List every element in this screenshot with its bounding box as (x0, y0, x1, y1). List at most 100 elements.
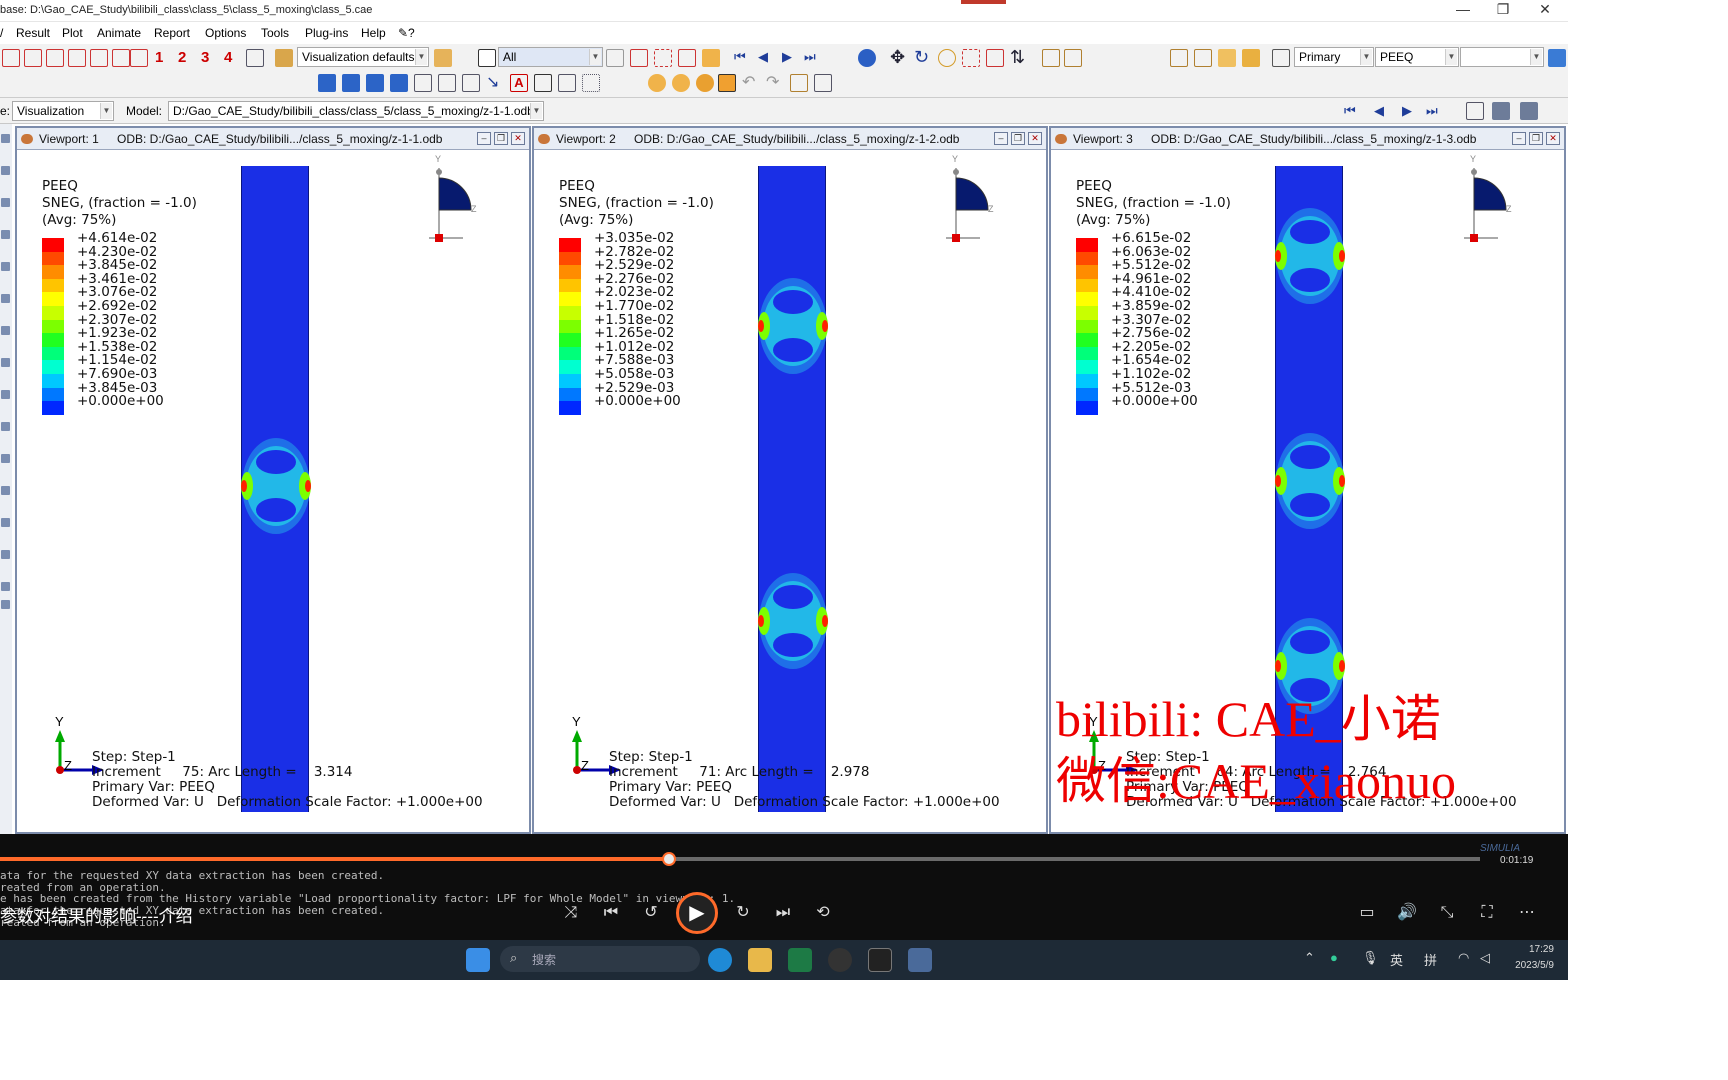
primary-select[interactable]: Primary ▼ (1294, 47, 1374, 67)
last-frame-icon[interactable]: ⏭ (804, 49, 816, 65)
menu-plot[interactable]: Plot (62, 26, 83, 40)
close-button[interactable]: ✕ (1530, 1, 1560, 18)
redo-icon[interactable]: ↷ (766, 72, 779, 92)
maximize-button[interactable]: ❐ (1488, 1, 1518, 18)
camera-icon[interactable] (1520, 102, 1538, 120)
progress-knob[interactable] (662, 852, 676, 866)
tool-icon[interactable] (1, 390, 10, 399)
viewport-restore-button[interactable]: ❐ (494, 132, 508, 145)
tool-icon[interactable] (1, 326, 10, 335)
viewport-close-button[interactable]: ✕ (1546, 132, 1560, 145)
wireframe-icon[interactable] (1170, 49, 1188, 67)
fit-view-icon[interactable] (986, 49, 1004, 67)
triad-toggle-icon[interactable] (246, 49, 264, 67)
cube-select-icon[interactable] (702, 49, 720, 67)
tool-icon[interactable] (1, 518, 10, 527)
layout-icon-2[interactable] (342, 74, 360, 92)
viewport-1[interactable]: Viewport: 1 ODB: D:/Gao_CAE_Study/bilibil… (15, 126, 531, 834)
mic-icon[interactable]: 🎙 (1362, 950, 1379, 966)
prev-frame-icon[interactable]: ◀ (758, 49, 768, 65)
intersect-icon[interactable] (672, 74, 690, 92)
volume-icon[interactable]: 🔊 (1396, 902, 1418, 924)
tool-icon[interactable] (1, 582, 10, 591)
eye-icon[interactable] (21, 134, 33, 144)
frame-select-icon[interactable] (1466, 102, 1484, 120)
menu-result[interactable]: Result (16, 26, 50, 40)
viewport-restore-button[interactable]: ❐ (1011, 132, 1025, 145)
viewport-close-button[interactable]: ✕ (511, 132, 525, 145)
viewport-minimize-button[interactable]: – (994, 132, 1008, 145)
app-icon[interactable] (828, 948, 852, 972)
view-xy-icon[interactable] (68, 49, 86, 67)
first-frame-icon[interactable]: ⏮ (734, 49, 746, 65)
menu-options[interactable]: Options (205, 26, 246, 40)
view-4-button[interactable]: 4 (224, 49, 232, 66)
taskbar-search[interactable]: 搜索 (500, 946, 700, 972)
tool-icon[interactable] (1, 166, 10, 175)
context-help-button[interactable]: ✎? (398, 26, 415, 40)
view-1-button[interactable]: 1 (155, 49, 163, 66)
viewport-restore-button[interactable]: ❐ (1529, 132, 1543, 145)
group-manager-icon[interactable] (790, 74, 808, 92)
explorer-icon[interactable] (748, 948, 772, 972)
tool-icon[interactable] (1, 198, 10, 207)
menu-plugins[interactable]: Plug-ins (305, 26, 348, 40)
hidden-line-icon[interactable] (1194, 49, 1212, 67)
step-next-icon[interactable]: ▶ (1402, 103, 1412, 119)
viewport-minimize-button[interactable]: – (477, 132, 491, 145)
abaqus-icon[interactable] (908, 948, 932, 972)
component-select[interactable]: ▼ (1460, 47, 1544, 67)
render-style-select[interactable]: Visualization defaults ▼ (297, 47, 429, 67)
viewport-annotation-icon[interactable] (414, 74, 432, 92)
select-mode-icon[interactable] (606, 49, 624, 67)
viewport-close-button[interactable]: ✕ (1028, 132, 1042, 145)
rewind-icon[interactable]: ↺ (640, 902, 662, 924)
edge-icon[interactable] (708, 948, 732, 972)
menu-tools[interactable]: Tools (261, 26, 289, 40)
arrow-annotation-icon[interactable]: ↘ (486, 72, 499, 92)
rect-select-icon[interactable] (654, 49, 672, 67)
selection-filter-select[interactable]: All ▼ (498, 47, 603, 67)
tool-icon[interactable] (1, 294, 10, 303)
rotate-x-icon[interactable] (2, 49, 20, 67)
fullscreen-icon[interactable]: ⛶ (1476, 902, 1498, 924)
view-yz-icon[interactable] (90, 49, 108, 67)
undo-icon[interactable]: ↶ (742, 72, 755, 92)
box-zoom-icon[interactable] (962, 49, 980, 67)
section-icon[interactable] (1064, 49, 1082, 67)
specimen-bar[interactable] (241, 166, 311, 812)
replace-icon[interactable] (696, 74, 714, 92)
display-group-icon[interactable] (648, 74, 666, 92)
layout-icon-4[interactable] (390, 74, 408, 92)
previous-icon[interactable]: ⏮ (600, 902, 622, 924)
info-icon[interactable] (858, 49, 876, 67)
rotate-z-icon[interactable] (46, 49, 64, 67)
eye-icon[interactable] (1055, 134, 1067, 144)
viewport-minimize-button[interactable]: – (1512, 132, 1526, 145)
pan-icon[interactable]: ✥ (890, 47, 905, 68)
rotate-icon[interactable]: ↻ (914, 47, 929, 68)
minimize-player-icon[interactable]: ⤡ (1436, 902, 1458, 924)
loop-icon[interactable]: ⟲ (812, 902, 834, 924)
tool-icon[interactable] (1, 422, 10, 431)
palette-icon[interactable] (275, 49, 293, 67)
wifi-icon[interactable]: ◠ (1458, 950, 1469, 966)
step-last-icon[interactable]: ⏭ (1426, 103, 1438, 119)
pointer-icon[interactable] (534, 74, 552, 92)
animation-icon[interactable] (1492, 102, 1510, 120)
list-icon[interactable] (582, 74, 600, 92)
specimen-bar[interactable] (758, 166, 828, 812)
viewport-2[interactable]: Viewport: 2 ODB: D:/Gao_CAE_Study/bilibil… (532, 126, 1048, 834)
filled-icon[interactable] (1218, 49, 1236, 67)
tool-icon[interactable] (1, 358, 10, 367)
more-icon[interactable]: ⋯ (1516, 902, 1538, 924)
model-select[interactable]: D:/Gao_CAE_Study/bilibili_class/class_5/… (168, 101, 544, 121)
shuffle-icon[interactable]: ⤨ (560, 902, 582, 924)
tool-icon[interactable] (1, 230, 10, 239)
start-icon[interactable] (466, 948, 490, 972)
cycle-views-icon[interactable]: ⇅ (1010, 47, 1025, 68)
play-button[interactable]: ▶ (676, 892, 718, 934)
text-annotation-icon[interactable]: A (510, 74, 528, 92)
tool-icon[interactable] (1, 550, 10, 559)
ime-pinyin[interactable]: 拼 (1424, 950, 1437, 969)
